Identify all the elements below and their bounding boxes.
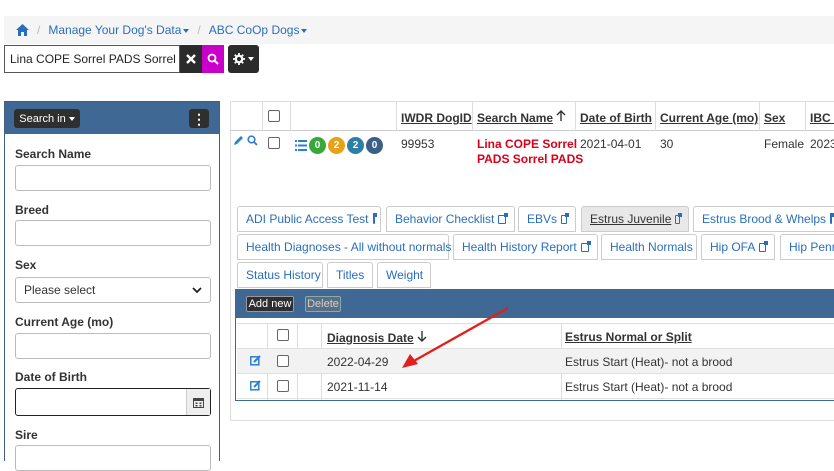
cell-sex: Female bbox=[764, 137, 805, 151]
cell-dog-id: 99953 bbox=[401, 137, 435, 151]
header-ibc[interactable]: IBC N bbox=[810, 111, 834, 125]
pencil-icon bbox=[234, 136, 243, 145]
breadcrumb-manage-data[interactable]: Manage Your Dog's Data bbox=[48, 23, 190, 37]
tab-weight[interactable]: Weight bbox=[377, 262, 431, 288]
edit-row-button[interactable] bbox=[233, 135, 244, 149]
cell-estrus-value: Estrus Start (Heat)- not a brood bbox=[565, 355, 733, 369]
chevron-down-icon bbox=[192, 286, 202, 293]
external-link-icon bbox=[498, 212, 508, 224]
delete-button[interactable]: Delete bbox=[305, 296, 341, 312]
sex-label: Sex bbox=[15, 258, 37, 272]
chevron-down-icon bbox=[68, 116, 75, 121]
cell-age: 30 bbox=[660, 137, 674, 151]
badge-blue[interactable]: 2 bbox=[347, 137, 364, 154]
chevron-down-icon bbox=[248, 57, 254, 61]
tab-health-history-report[interactable]: Health History Report bbox=[453, 234, 598, 260]
breed-input[interactable] bbox=[15, 220, 211, 246]
tab-health-diagnoses[interactable]: Health Diagnoses - All without normals bbox=[237, 234, 451, 260]
tab-hip-penn[interactable]: Hip Penn bbox=[780, 234, 834, 260]
edit-icon bbox=[250, 380, 261, 391]
tab-estrus-brood-whelps[interactable]: Estrus Brood & Whelps bbox=[693, 206, 834, 232]
tab-adi-public-access[interactable]: ADI Public Access Test bbox=[237, 206, 381, 232]
external-link-icon bbox=[759, 240, 768, 252]
tab-health-normals[interactable]: Health Normals bbox=[601, 234, 697, 260]
clear-search-button[interactable] bbox=[180, 45, 202, 73]
header-estrus-normal-split[interactable]: Estrus Normal or Split bbox=[565, 330, 692, 344]
select-all-checkbox[interactable] bbox=[268, 110, 280, 122]
cell-dob: 2021-04-01 bbox=[580, 137, 642, 151]
panel-menu-button[interactable]: ⋮ bbox=[189, 109, 209, 128]
row-badges: 0 2 2 0 bbox=[295, 137, 385, 154]
search-in-dropdown[interactable]: Search in bbox=[14, 109, 80, 128]
edit-entry-button[interactable] bbox=[250, 380, 261, 394]
external-link-icon bbox=[830, 212, 834, 224]
header-sex[interactable]: Sex bbox=[764, 111, 785, 125]
badge-navy[interactable]: 0 bbox=[366, 137, 383, 154]
tab-status-history[interactable]: Status History bbox=[237, 262, 323, 288]
search-icon bbox=[207, 53, 219, 65]
search-panel: Search in ⋮ Search Name Breed Sex Please… bbox=[4, 101, 220, 471]
external-link-icon bbox=[675, 212, 682, 224]
edit-icon bbox=[250, 355, 261, 366]
more-vertical-icon: ⋮ bbox=[192, 110, 206, 127]
badge-orange[interactable]: 2 bbox=[328, 137, 345, 154]
cell-diagnosis-date: 2021-11-14 bbox=[327, 380, 388, 394]
tab-titles[interactable]: Titles bbox=[327, 262, 373, 288]
arrow-up-icon bbox=[556, 110, 566, 121]
header-search-name[interactable]: Search Name bbox=[477, 110, 566, 125]
header-iwdr-dogid[interactable]: IWDR DogID bbox=[401, 111, 472, 125]
breadcrumb: / Manage Your Dog's Data / ABC CoOp Dogs bbox=[4, 16, 834, 44]
tab-ebvs[interactable]: EBVs bbox=[518, 206, 576, 232]
tab-estrus-juvenile[interactable]: Estrus Juvenile bbox=[581, 206, 689, 232]
add-new-button[interactable]: Add new bbox=[246, 296, 294, 312]
sex-select[interactable]: Please select bbox=[15, 277, 211, 303]
header-date-of-birth[interactable]: Date of Birth bbox=[580, 111, 652, 125]
row-checkbox[interactable] bbox=[268, 137, 280, 149]
edit-entry-button[interactable] bbox=[250, 355, 261, 369]
date-of-birth-label: Date of Birth bbox=[15, 370, 87, 384]
home-icon[interactable] bbox=[16, 24, 29, 36]
sire-input[interactable] bbox=[15, 445, 211, 471]
cell-ibc: 2023 bbox=[810, 137, 834, 151]
cell-search-name[interactable]: Lina COPE Sorrel PADS Sorrel PADS bbox=[477, 137, 583, 167]
search-icon bbox=[247, 135, 258, 146]
close-icon bbox=[186, 54, 196, 64]
breadcrumb-abc-coop-dogs[interactable]: ABC CoOp Dogs bbox=[209, 23, 308, 37]
gear-icon bbox=[233, 53, 245, 65]
calendar-button[interactable] bbox=[186, 389, 210, 415]
search-input[interactable]: Lina COPE Sorrel PADS Sorrel PA bbox=[4, 45, 180, 73]
cell-estrus-value: Estrus Start (Heat)- not a brood bbox=[565, 380, 733, 394]
tab-hip-ofa[interactable]: Hip OFA bbox=[701, 234, 775, 260]
search-button[interactable] bbox=[202, 45, 224, 73]
sire-label: Sire bbox=[15, 428, 38, 442]
current-age-input[interactable] bbox=[15, 333, 211, 359]
subgrid-row-checkbox[interactable] bbox=[277, 380, 289, 392]
settings-button[interactable] bbox=[228, 45, 259, 73]
subgrid-row-checkbox[interactable] bbox=[277, 355, 289, 367]
search-panel-header: Search in ⋮ bbox=[5, 102, 219, 134]
tab-behavior-checklist[interactable]: Behavior Checklist bbox=[386, 206, 515, 232]
search-name-label: Search Name bbox=[15, 147, 92, 161]
annotation-arrow bbox=[402, 306, 509, 368]
date-of-birth-input[interactable] bbox=[15, 388, 211, 416]
breed-label: Breed bbox=[15, 203, 50, 217]
subgrid-select-all-checkbox[interactable] bbox=[277, 329, 289, 341]
badge-green[interactable]: 0 bbox=[309, 137, 326, 154]
calendar-icon bbox=[193, 397, 204, 408]
current-age-label: Current Age (mo) bbox=[15, 315, 114, 329]
external-link-icon bbox=[580, 240, 592, 252]
external-link-icon bbox=[372, 212, 377, 224]
cell-diagnosis-date: 2022-04-29 bbox=[327, 355, 389, 369]
list-icon[interactable] bbox=[295, 140, 307, 151]
external-link-icon bbox=[561, 212, 569, 224]
header-current-age[interactable]: Current Age (mo) bbox=[660, 111, 758, 125]
view-row-button[interactable] bbox=[247, 135, 258, 149]
search-name-input[interactable] bbox=[15, 165, 211, 191]
